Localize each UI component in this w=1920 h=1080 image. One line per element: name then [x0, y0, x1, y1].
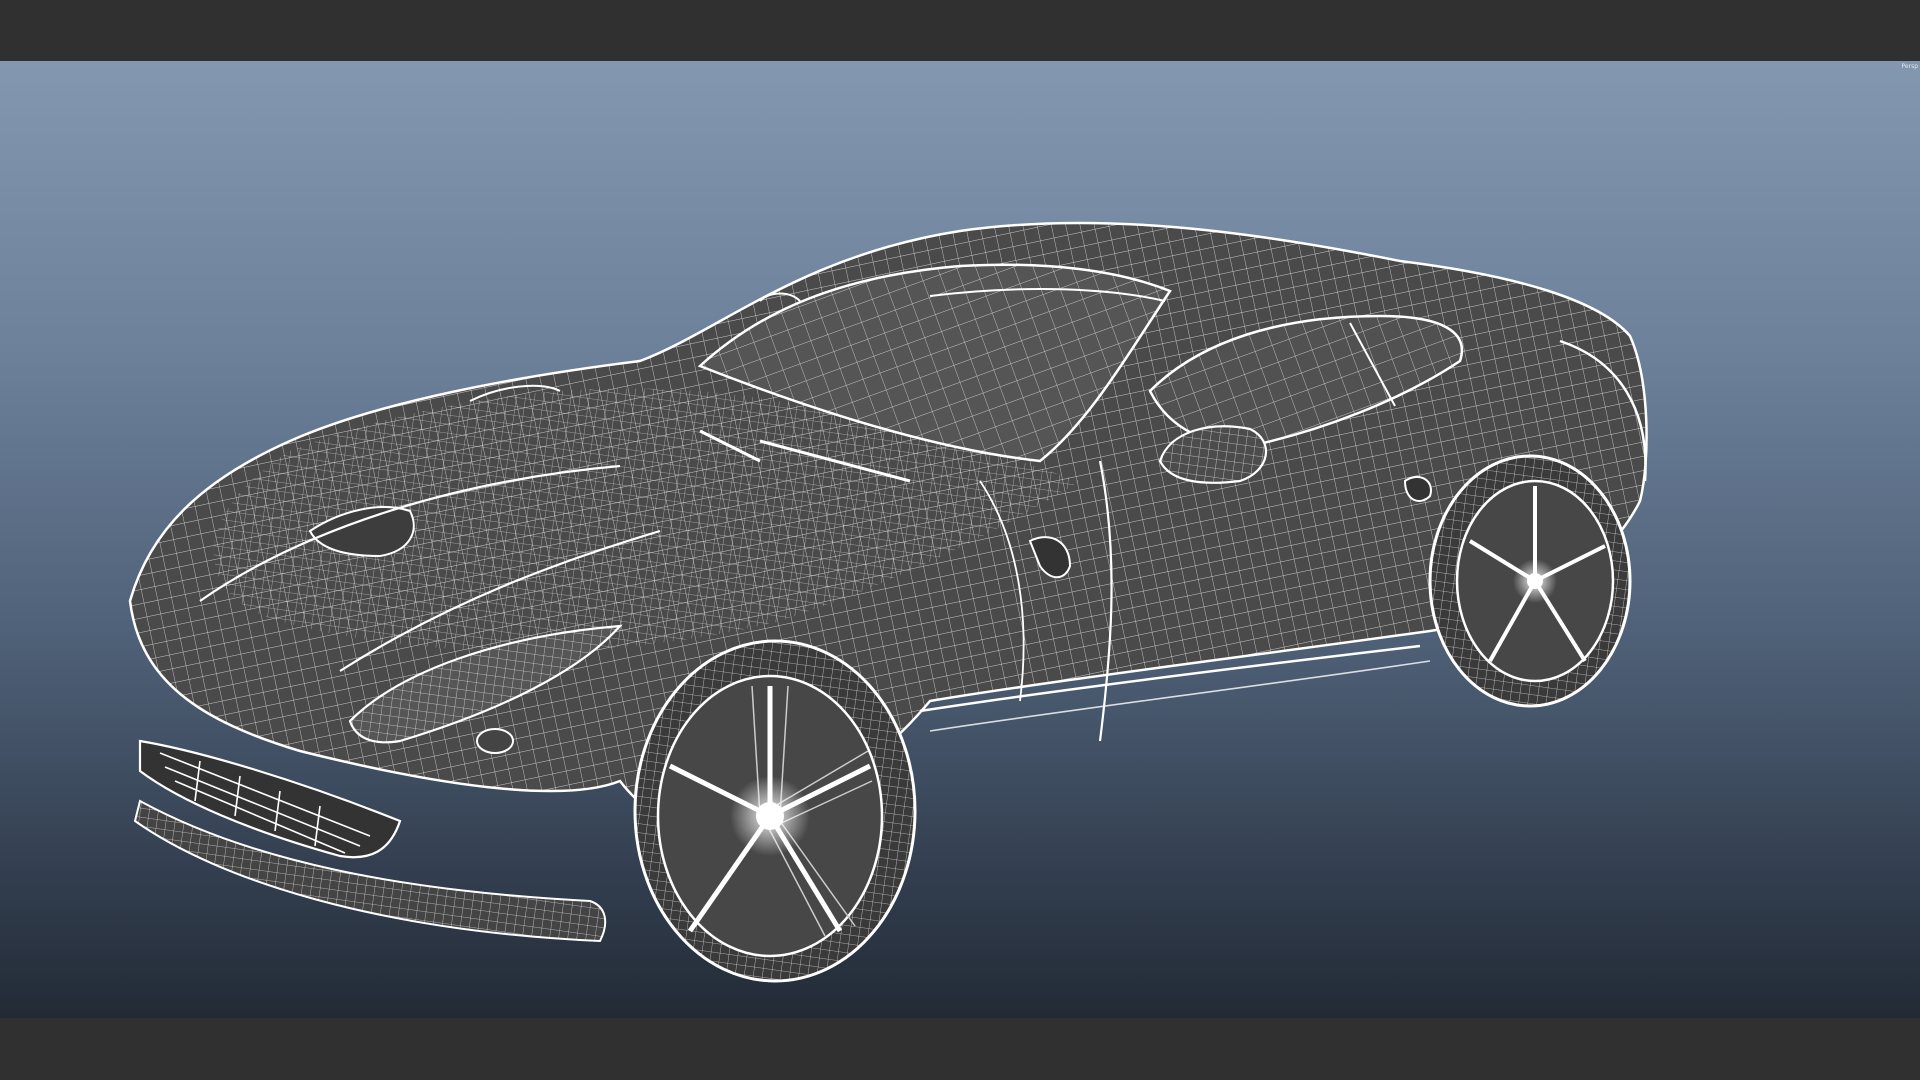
rear-wheel[interactable] — [1428, 454, 1632, 708]
front-wheel[interactable] — [633, 639, 917, 983]
bottom-letterbox-bar — [0, 1018, 1920, 1080]
3d-viewport[interactable]: Persp — [0, 61, 1920, 1018]
top-letterbox-bar — [0, 0, 1920, 61]
car-model-render[interactable] — [0, 61, 1920, 1018]
